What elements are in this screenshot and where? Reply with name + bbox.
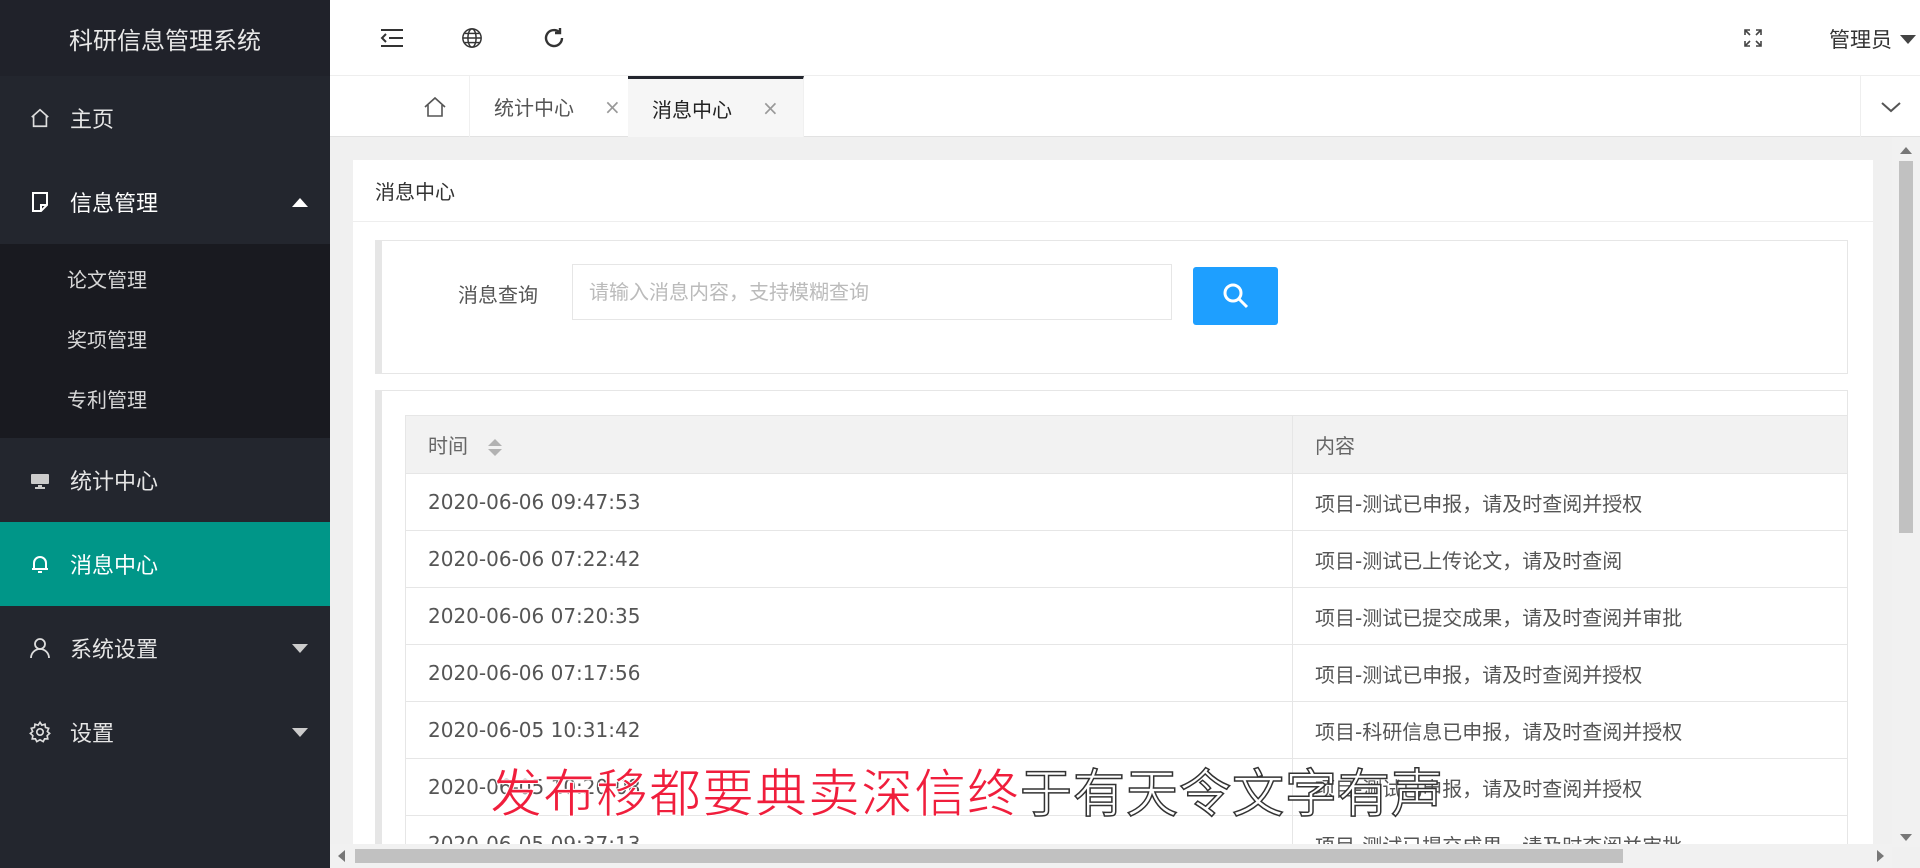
sidebar-item-home[interactable]: 主页 bbox=[0, 76, 330, 160]
tab-statistics[interactable]: 统计中心 × bbox=[470, 76, 646, 137]
tab-label: 消息中心 bbox=[652, 97, 732, 122]
sidebar-item-messages[interactable]: 消息中心 bbox=[0, 522, 330, 606]
sidebar-subitem-awards[interactable]: 奖项管理 bbox=[0, 308, 330, 368]
sidebar-item-system-settings[interactable]: 系统设置 bbox=[0, 606, 330, 690]
tab-bar: 统计中心 × 消息中心 × bbox=[330, 76, 1920, 137]
close-icon[interactable]: × bbox=[604, 95, 621, 119]
chevron-down-icon bbox=[292, 644, 308, 653]
user-menu[interactable]: 管理员 bbox=[1829, 24, 1916, 54]
subtitle-text: 于有天令文字有声 bbox=[1019, 764, 1445, 826]
video-subtitle: 发布移都要典卖深信终于有天令文字有声 bbox=[489, 752, 1445, 827]
search-input[interactable] bbox=[572, 264, 1172, 320]
language-button[interactable] bbox=[454, 20, 490, 56]
refresh-button[interactable] bbox=[536, 20, 572, 56]
chevron-up-icon bbox=[292, 198, 308, 207]
app-title: 科研信息管理系统 bbox=[0, 0, 330, 76]
cell-content: 项目-测试已上传论文，请及时查阅 bbox=[1292, 530, 1847, 588]
table-row[interactable]: 2020-06-06 09:47:53 项目-测试已申报，请及时查阅并授权 bbox=[405, 473, 1847, 531]
search-icon bbox=[1223, 283, 1248, 309]
cell-content: 项目-测试已申报，请及时查阅并授权 bbox=[1292, 473, 1847, 531]
search-panel: 消息查询 bbox=[375, 240, 1848, 374]
horizontal-scrollbar[interactable] bbox=[330, 844, 1892, 868]
sidebar-item-label: 消息中心 bbox=[70, 554, 159, 579]
tab-more-button[interactable] bbox=[1860, 76, 1920, 137]
user-icon bbox=[28, 636, 52, 660]
sidebar-item-label: 主页 bbox=[70, 108, 115, 133]
sidebar-item-info-management[interactable]: 信息管理 bbox=[0, 160, 330, 244]
chevron-down-icon bbox=[1880, 101, 1901, 112]
search-label: 消息查询 bbox=[458, 283, 538, 307]
sidebar-item-label: 统计中心 bbox=[70, 470, 159, 495]
page-title: 消息中心 bbox=[353, 160, 1873, 222]
sidebar: 科研信息管理系统 主页 信息管理 论文管理 奖项管理 专利管理 统计中心 消息中… bbox=[0, 0, 330, 868]
tab-messages[interactable]: 消息中心 × bbox=[628, 76, 804, 137]
menu-fold-icon bbox=[380, 29, 403, 47]
table-header-row: 时间 内容 bbox=[405, 415, 1847, 474]
gear-icon bbox=[28, 720, 52, 744]
sort-icon[interactable] bbox=[488, 439, 503, 456]
subtitle-highlight: 发布移都要典卖深信终 bbox=[489, 765, 1021, 826]
tab-label: 统计中心 bbox=[494, 96, 574, 120]
cell-content: 项目-科研信息已申报，请及时查阅并授权 bbox=[1292, 701, 1847, 759]
chevron-down-icon bbox=[292, 728, 308, 737]
home-icon bbox=[28, 106, 52, 130]
document-icon bbox=[28, 190, 52, 214]
globe-icon bbox=[462, 28, 482, 48]
cell-content: 项目-测试已提交成果，请及时查阅并审批 bbox=[1292, 587, 1847, 645]
scroll-down-icon[interactable] bbox=[1900, 834, 1912, 841]
search-button[interactable] bbox=[1193, 267, 1278, 325]
sidebar-subitem-papers[interactable]: 论文管理 bbox=[0, 248, 330, 308]
cell-time: 2020-06-05 10:31:42 bbox=[405, 701, 1293, 759]
fullscreen-button[interactable] bbox=[1735, 20, 1771, 56]
table-row[interactable]: 2020-06-06 07:20:35 项目-测试已提交成果，请及时查阅并审批 bbox=[405, 587, 1847, 645]
scrollbar-thumb[interactable] bbox=[1899, 161, 1913, 533]
column-header-content: 内容 bbox=[1292, 415, 1847, 474]
user-name: 管理员 bbox=[1829, 28, 1892, 52]
cell-time: 2020-06-06 09:47:53 bbox=[405, 473, 1293, 531]
scroll-left-icon[interactable] bbox=[338, 850, 345, 862]
sidebar-item-label: 设置 bbox=[70, 722, 115, 747]
scroll-right-icon[interactable] bbox=[1877, 850, 1884, 862]
cell-time: 2020-06-06 07:22:42 bbox=[405, 530, 1293, 588]
refresh-icon bbox=[544, 28, 564, 48]
sidebar-item-label: 系统设置 bbox=[70, 638, 159, 663]
sidebar-item-statistics[interactable]: 统计中心 bbox=[0, 438, 330, 522]
table-row[interactable]: 2020-06-05 10:31:42 项目-科研信息已申报，请及时查阅并授权 bbox=[405, 701, 1847, 759]
vertical-scrollbar[interactable] bbox=[1892, 137, 1920, 847]
cell-time: 2020-06-06 07:17:56 bbox=[405, 644, 1293, 702]
column-header-time[interactable]: 时间 bbox=[405, 415, 1293, 474]
scroll-up-icon[interactable] bbox=[1900, 147, 1912, 154]
scrollbar-thumb[interactable] bbox=[355, 849, 1623, 863]
monitor-icon bbox=[28, 468, 52, 492]
close-icon[interactable]: × bbox=[762, 96, 779, 120]
fullscreen-icon bbox=[1744, 29, 1762, 47]
bell-icon bbox=[28, 552, 52, 576]
sidebar-item-label: 信息管理 bbox=[70, 192, 159, 217]
caret-down-icon bbox=[1900, 34, 1916, 44]
cell-time: 2020-06-06 07:20:35 bbox=[405, 587, 1293, 645]
sidebar-submenu: 论文管理 奖项管理 专利管理 bbox=[0, 244, 330, 438]
table-row[interactable]: 2020-06-06 07:22:42 项目-测试已上传论文，请及时查阅 bbox=[405, 530, 1847, 588]
top-header: 管理员 bbox=[330, 0, 1920, 76]
table-row[interactable]: 2020-06-06 07:17:56 项目-测试已申报，请及时查阅并授权 bbox=[405, 644, 1847, 702]
tab-home[interactable] bbox=[400, 76, 470, 137]
collapse-menu-button[interactable] bbox=[374, 20, 410, 56]
home-icon bbox=[423, 96, 446, 117]
sidebar-item-settings[interactable]: 设置 bbox=[0, 690, 330, 774]
sidebar-subitem-patents[interactable]: 专利管理 bbox=[0, 368, 330, 428]
cell-content: 项目-测试已申报，请及时查阅并授权 bbox=[1292, 644, 1847, 702]
